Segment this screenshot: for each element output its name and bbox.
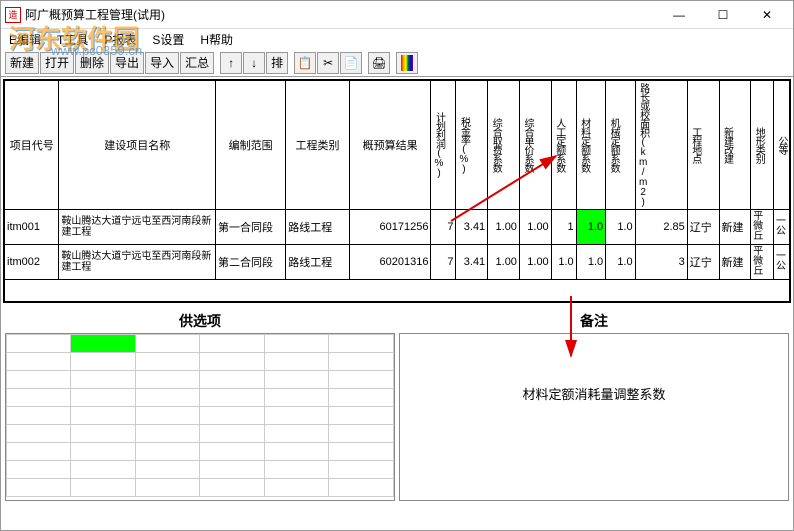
import-button[interactable]: 导入 [145, 52, 179, 74]
close-button[interactable]: ✕ [745, 2, 789, 28]
bottom-panels: 供选项 备注 材料定额消耗量调整系数 [1, 305, 793, 505]
down-button[interactable]: ↓ [243, 52, 265, 74]
print-button[interactable]: 🖨 [368, 52, 390, 74]
cut-button[interactable]: ✂ [317, 52, 339, 74]
selected-option-cell[interactable] [71, 335, 135, 353]
col-result[interactable]: 概预算结果 [349, 81, 431, 210]
col-name[interactable]: 建设项目名称 [59, 81, 216, 210]
color-button[interactable] [396, 52, 418, 74]
col-machine[interactable]: 机械定额系数 [606, 81, 635, 210]
gradient-icon [401, 55, 413, 71]
options-grid[interactable] [6, 334, 394, 497]
highlighted-cell[interactable]: 1.0 [576, 210, 605, 245]
sort-button[interactable]: 排 [266, 52, 288, 74]
app-icon: 造 [5, 7, 21, 23]
table-row[interactable]: itm002 鞍山腾达大道宁远屯至西河南段新建工程 第二合同段 路线工程 602… [5, 245, 790, 280]
note-content: 材料定额消耗量调整系数 [400, 334, 788, 453]
col-length[interactable]: 路长或校面积(km/m2) [635, 81, 687, 210]
notes-panel: 备注 材料定额消耗量调整系数 [399, 309, 789, 501]
paste-button[interactable]: 📄 [340, 52, 362, 74]
col-profit[interactable]: 计划利润(%) [431, 81, 456, 210]
project-table[interactable]: 项目代号 建设项目名称 编制范围 工程类别 概预算结果 计划利润(%) 税金率(… [4, 80, 790, 302]
watermark-url: www.pc0359.cn [51, 43, 142, 58]
options-title: 供选项 [5, 309, 395, 333]
menu-help[interactable]: H帮助 [196, 31, 237, 48]
col-labor[interactable]: 人工定额系数 [551, 81, 576, 210]
menu-edit[interactable]: E编辑 [5, 31, 45, 48]
col-build[interactable]: 新建改建 [719, 81, 751, 210]
options-panel: 供选项 [5, 309, 395, 501]
titlebar: 造 阿广概预算工程管理(试用) — ☐ ✕ [1, 1, 793, 29]
table-row[interactable]: itm001 鞍山腾达大道宁远屯至西河南段新建工程 第一合同段 路线工程 601… [5, 210, 790, 245]
main-table-container: 项目代号 建设项目名称 编制范围 工程类别 概预算结果 计划利润(%) 税金率(… [3, 79, 791, 303]
col-tax[interactable]: 税金率(%) [456, 81, 488, 210]
col-comp1[interactable]: 综合取费系数 [488, 81, 520, 210]
new-button[interactable]: 新建 [5, 52, 39, 74]
menu-settings[interactable]: S设置 [148, 31, 188, 48]
col-scope[interactable]: 编制范围 [215, 81, 285, 210]
col-road[interactable]: 公等 [773, 81, 789, 210]
minimize-button[interactable]: — [657, 2, 701, 28]
maximize-button[interactable]: ☐ [701, 2, 745, 28]
col-material[interactable]: 材料定额系数 [576, 81, 605, 210]
col-terrain[interactable]: 地形类别 [751, 81, 774, 210]
copy-button[interactable]: 📋 [294, 52, 316, 74]
summary-button[interactable]: 汇总 [180, 52, 214, 74]
window-title: 阿广概预算工程管理(试用) [25, 6, 657, 23]
col-code[interactable]: 项目代号 [5, 81, 59, 210]
notes-title: 备注 [399, 309, 789, 333]
empty-table-area [5, 280, 790, 302]
table-header-row: 项目代号 建设项目名称 编制范围 工程类别 概预算结果 计划利润(%) 税金率(… [5, 81, 790, 210]
col-type[interactable]: 工程类别 [286, 81, 350, 210]
col-comp2[interactable]: 综合单价系数 [519, 81, 551, 210]
up-button[interactable]: ↑ [220, 52, 242, 74]
col-location[interactable]: 工程地点 [687, 81, 719, 210]
